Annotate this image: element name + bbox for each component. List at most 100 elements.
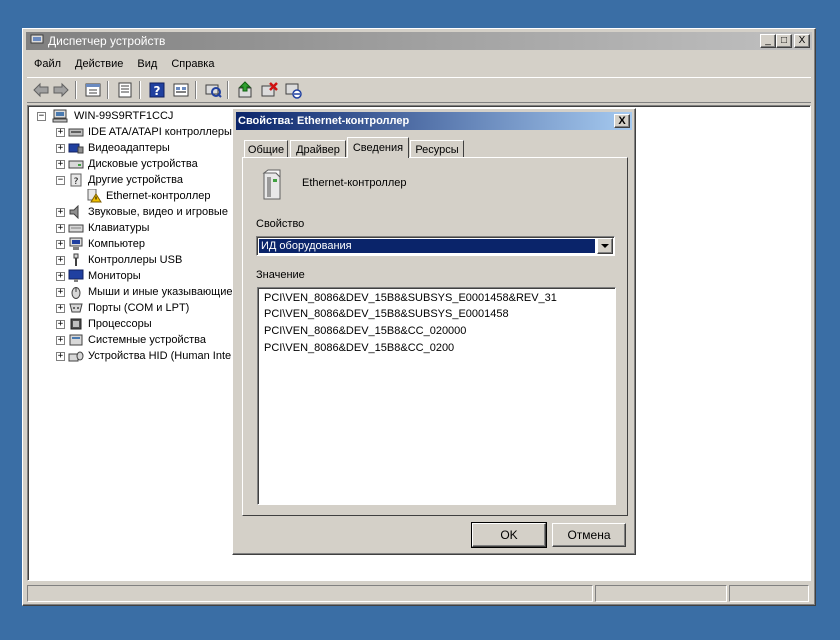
svg-text:?: ? bbox=[154, 84, 161, 98]
expand-toggle[interactable]: + bbox=[56, 208, 65, 217]
tab-resources[interactable]: Ресурсы bbox=[410, 140, 464, 158]
uninstall-icon[interactable] bbox=[259, 80, 279, 100]
property-dropdown[interactable]: ИД оборудования bbox=[256, 236, 615, 256]
tree-item-computer[interactable]: + Компьютер bbox=[28, 236, 258, 252]
value-label: Значение bbox=[256, 269, 305, 281]
maximize-button[interactable]: □ bbox=[776, 34, 792, 48]
tree-item-label: Ethernet-контроллер bbox=[106, 190, 211, 202]
expand-toggle[interactable]: + bbox=[56, 352, 65, 361]
value-row[interactable]: PCI\VEN_8086&DEV_15B8&SUBSYS_E0001458 bbox=[264, 306, 509, 322]
minimize-button[interactable]: _ bbox=[760, 34, 776, 48]
tree-item-label: Контроллеры USB bbox=[88, 254, 183, 266]
menu-help[interactable]: Справка bbox=[164, 54, 221, 74]
expand-toggle[interactable]: + bbox=[56, 240, 65, 249]
properties-view-icon[interactable] bbox=[83, 80, 103, 100]
expand-toggle[interactable]: − bbox=[56, 176, 65, 185]
port-icon bbox=[69, 303, 83, 313]
expand-toggle[interactable]: + bbox=[56, 128, 65, 137]
back-icon[interactable] bbox=[31, 80, 51, 100]
value-list[interactable]: PCI\VEN_8086&DEV_15B8&SUBSYS_E0001458&RE… bbox=[257, 287, 616, 505]
tree-item-label: Клавиатуры bbox=[88, 222, 150, 234]
help-icon[interactable]: ? bbox=[147, 80, 167, 100]
tree-item-mice[interactable]: + Мыши и иные указывающие bbox=[28, 284, 258, 300]
dialog-close-button[interactable]: X bbox=[614, 114, 630, 128]
processor-icon bbox=[70, 318, 82, 330]
ok-button[interactable]: OK bbox=[471, 522, 547, 548]
toolbar-separator bbox=[139, 81, 141, 99]
tree-item-ports[interactable]: + Порты (COM и LPT) bbox=[28, 300, 258, 316]
expand-toggle[interactable]: + bbox=[56, 224, 65, 233]
value-row[interactable]: PCI\VEN_8086&DEV_15B8&SUBSYS_E0001458&RE… bbox=[264, 290, 557, 306]
menu-action[interactable]: Действие bbox=[68, 54, 130, 74]
disk-drive-icon bbox=[68, 160, 84, 169]
tab-details[interactable]: Сведения bbox=[347, 137, 409, 158]
tree-item-other-devices[interactable]: −? Другие устройства bbox=[28, 172, 258, 188]
expand-toggle[interactable]: + bbox=[56, 288, 65, 297]
dialog-title-bar[interactable]: Свойства: Ethernet-контроллер X bbox=[236, 112, 632, 130]
tab-driver[interactable]: Драйвер bbox=[290, 140, 346, 158]
collapse-root-toggle[interactable]: − bbox=[37, 112, 46, 121]
monitor-icon bbox=[68, 269, 84, 282]
tree-item-ethernet-controller[interactable]: Ethernet-контроллер bbox=[28, 188, 258, 204]
value-row[interactable]: PCI\VEN_8086&DEV_15B8&CC_020000 bbox=[264, 323, 466, 339]
expand-toggle[interactable]: + bbox=[56, 304, 65, 313]
expand-toggle[interactable]: + bbox=[56, 320, 65, 329]
toolbar-separator bbox=[195, 81, 197, 99]
network-device-icon bbox=[262, 169, 281, 200]
close-button[interactable]: X bbox=[794, 34, 810, 48]
tree-item-ide-controllers[interactable]: + IDE ATA/ATAPI контроллеры bbox=[28, 124, 258, 140]
tree-root-label: WIN-99S9RTF1CCJ bbox=[74, 110, 174, 122]
expand-toggle[interactable]: + bbox=[56, 256, 65, 265]
status-bar bbox=[27, 585, 811, 603]
tree-item-disk-drives[interactable]: + Дисковые устройства bbox=[28, 156, 258, 172]
disable-icon[interactable] bbox=[283, 80, 303, 100]
tree-item-monitors[interactable]: + Мониторы bbox=[28, 268, 258, 284]
hid-icon bbox=[68, 351, 84, 362]
mouse-icon bbox=[71, 287, 81, 299]
expand-toggle[interactable]: + bbox=[56, 272, 65, 281]
expand-toggle[interactable]: + bbox=[56, 336, 65, 345]
keyboard-icon bbox=[68, 224, 84, 233]
svg-text:?: ? bbox=[74, 177, 79, 187]
tree-item-processors[interactable]: + Процессоры bbox=[28, 316, 258, 332]
tree-item-label: Звуковые, видео и игровые bbox=[88, 206, 228, 218]
menu-file[interactable]: Файл bbox=[27, 54, 68, 74]
expand-toggle[interactable]: + bbox=[56, 160, 65, 169]
list-icon[interactable] bbox=[115, 80, 135, 100]
tree-root[interactable]: − WIN-99S9RTF1CCJ bbox=[34, 108, 254, 124]
tree-item-sound-video-game[interactable]: + Звуковые, видео и игровые bbox=[28, 204, 258, 220]
tree-item-label: Компьютер bbox=[88, 238, 145, 250]
system-device-icon bbox=[69, 334, 83, 346]
tree-item-label: Мониторы bbox=[88, 270, 141, 282]
sound-icon bbox=[69, 205, 79, 219]
forward-icon[interactable] bbox=[51, 80, 71, 100]
display-adapter-icon bbox=[68, 143, 84, 154]
ide-controller-icon bbox=[68, 128, 84, 137]
expand-toggle[interactable]: + bbox=[56, 144, 65, 153]
main-title-bar[interactable]: Диспетчер устройств _ □ X bbox=[26, 32, 812, 50]
toolbar-separator bbox=[227, 81, 229, 99]
cancel-button[interactable]: Отмена bbox=[552, 523, 626, 547]
tab-general[interactable]: Общие bbox=[244, 140, 288, 158]
tree-item-system-devices[interactable]: + Системные устройства bbox=[28, 332, 258, 348]
scan-hardware-icon[interactable] bbox=[203, 80, 223, 100]
device-name: Ethernet-контроллер bbox=[302, 177, 407, 189]
update-driver-icon[interactable] bbox=[235, 80, 255, 100]
details-icon[interactable] bbox=[171, 80, 191, 100]
property-label: Свойство bbox=[256, 218, 305, 230]
value-row[interactable]: PCI\VEN_8086&DEV_15B8&CC_0200 bbox=[264, 340, 454, 356]
other-devices-icon: ? bbox=[70, 173, 82, 187]
chevron-down-icon bbox=[601, 244, 609, 248]
tree-item-label: Системные устройства bbox=[88, 334, 207, 346]
tree-item-label: Другие устройства bbox=[88, 174, 183, 186]
tree-item-usb-controllers[interactable]: + Контроллеры USB bbox=[28, 252, 258, 268]
status-panel-3 bbox=[729, 585, 809, 602]
tree-item-label: Мыши и иные указывающие bbox=[88, 286, 233, 298]
menu-bar: Файл Действие Вид Справка bbox=[27, 54, 221, 74]
warning-device-icon bbox=[87, 189, 102, 203]
tree-item-keyboards[interactable]: + Клавиатуры bbox=[28, 220, 258, 236]
tree-item-hid-devices[interactable]: + Устройства HID (Human Inte bbox=[28, 348, 258, 364]
tree-item-video-adapters[interactable]: + Видеоадаптеры bbox=[28, 140, 258, 156]
dropdown-arrow-button[interactable] bbox=[597, 238, 613, 254]
menu-view[interactable]: Вид bbox=[130, 54, 164, 74]
